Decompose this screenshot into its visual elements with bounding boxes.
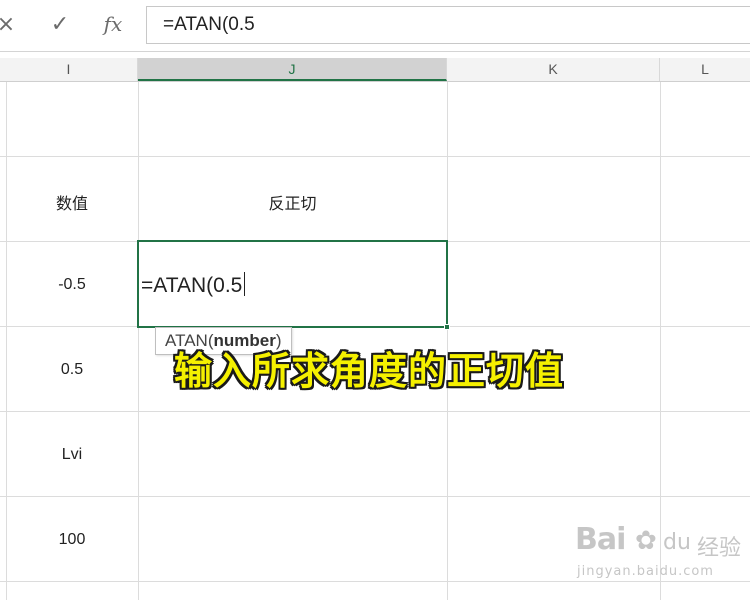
column-header-j[interactable]: J: [138, 58, 447, 81]
formula-input[interactable]: =ATAN(0.5: [146, 6, 750, 44]
cell-i-row4[interactable]: 100: [6, 531, 138, 549]
baidu-jingyan-watermark: Bai ✿ du 经验 jingyan.baidu.com: [575, 518, 745, 588]
enter-check-icon[interactable]: ✓: [46, 9, 74, 39]
watermark-cn: 经验: [697, 536, 742, 561]
insert-function-icon[interactable]: fx: [98, 9, 128, 39]
grid-line: [0, 496, 750, 497]
column-header-row: I J K L: [0, 58, 750, 82]
cell-j-header[interactable]: 反正切: [138, 190, 447, 214]
column-header-l[interactable]: L: [660, 58, 750, 81]
grid-line: [138, 82, 139, 600]
cancel-icon[interactable]: ×: [0, 9, 18, 39]
watermark-logo-suffix: du: [663, 530, 691, 555]
cell-i-row1[interactable]: -0.5: [6, 276, 138, 294]
watermark-logo: Bai: [575, 522, 626, 557]
fill-handle[interactable]: [444, 324, 450, 330]
column-header-i[interactable]: I: [0, 58, 138, 81]
grid-line: [6, 82, 7, 600]
cell-i-header[interactable]: 数值: [6, 190, 138, 214]
cell-i-row3[interactable]: Lvi: [6, 446, 138, 464]
grid-line: [0, 156, 750, 157]
grid-line: [0, 411, 750, 412]
watermark-url: jingyan.baidu.com: [577, 564, 714, 579]
active-cell-editor[interactable]: =ATAN(0.5: [137, 240, 450, 330]
column-header-k[interactable]: K: [447, 58, 660, 81]
paw-icon: ✿: [635, 526, 657, 556]
text-caret: [244, 272, 246, 296]
active-cell-text[interactable]: =ATAN(0.5: [141, 272, 246, 298]
cell-i-row2[interactable]: 0.5: [6, 361, 138, 379]
instruction-caption: 输入所求角度的正切值: [174, 349, 565, 393]
formula-bar: × ✓ fx =ATAN(0.5: [0, 0, 750, 52]
